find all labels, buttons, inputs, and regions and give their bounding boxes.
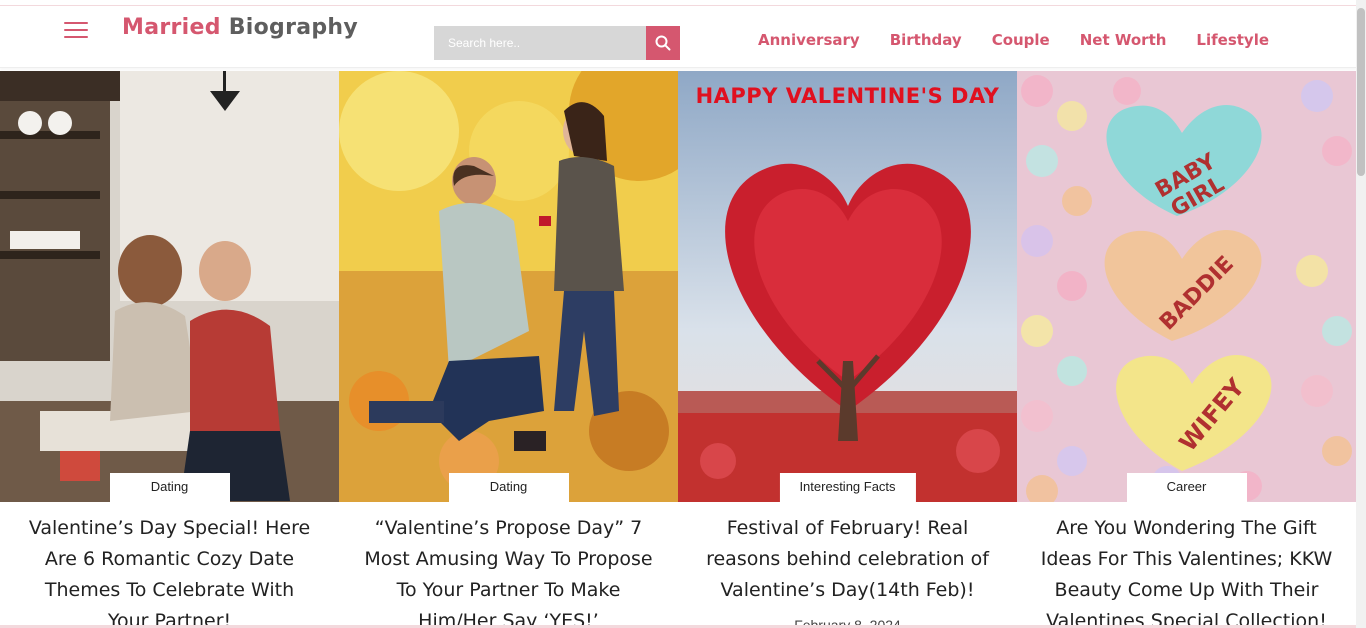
post-title[interactable]: Are You Wondering The Gift Ideas For Thi… bbox=[1039, 513, 1334, 628]
menu-icon[interactable] bbox=[64, 22, 88, 40]
post-title[interactable]: Valentine’s Day Special! Here Are 6 Roma… bbox=[22, 513, 317, 628]
post-card[interactable]: HAPPY VALENTINE'S DAY Interesting Facts … bbox=[678, 71, 1017, 628]
nav-lifestyle[interactable]: Lifestyle bbox=[1196, 31, 1269, 49]
category-badge[interactable]: Dating bbox=[448, 473, 569, 503]
post-title[interactable]: “Valentine’s Propose Day” 7 Most Amusing… bbox=[361, 513, 656, 628]
site-header: Married Biography Anniversary Birthday C… bbox=[0, 6, 1356, 68]
search-icon bbox=[655, 35, 671, 51]
nav-net-worth[interactable]: Net Worth bbox=[1080, 31, 1167, 49]
proposal-in-autumn-park-photo[interactable] bbox=[339, 71, 678, 502]
page-scrollbar[interactable] bbox=[1356, 0, 1366, 628]
category-badge[interactable]: Interesting Facts bbox=[779, 473, 916, 503]
post-title[interactable]: Festival of February! Real reasons behin… bbox=[700, 513, 995, 606]
image-overlay-text: HAPPY VALENTINE'S DAY bbox=[695, 84, 1000, 108]
couple-kissing-in-kitchen-photo[interactable] bbox=[0, 71, 339, 502]
red-heart-tree-photo[interactable]: HAPPY VALENTINE'S DAY bbox=[678, 71, 1017, 502]
post-card[interactable]: BABY GIRL BADDIE WIFEY Career Are You Wo… bbox=[1017, 71, 1356, 628]
nav-couple[interactable]: Couple bbox=[992, 31, 1050, 49]
logo-biography: Biography bbox=[228, 15, 359, 40]
nav-anniversary[interactable]: Anniversary bbox=[758, 31, 860, 49]
search-input[interactable] bbox=[434, 26, 646, 60]
category-badge[interactable]: Career bbox=[1126, 473, 1247, 503]
search-button[interactable] bbox=[646, 26, 680, 60]
featured-posts-grid: Dating Valentine’s Day Special! Here Are… bbox=[0, 71, 1356, 628]
site-logo[interactable]: Married Biography bbox=[122, 15, 358, 40]
main-nav: Anniversary Birthday Couple Net Worth Li… bbox=[758, 31, 1269, 49]
logo-married: Married bbox=[122, 15, 221, 40]
nav-birthday[interactable]: Birthday bbox=[890, 31, 962, 49]
category-badge[interactable]: Dating bbox=[109, 473, 230, 503]
scrollbar-thumb[interactable] bbox=[1357, 8, 1365, 176]
candy-hearts-photo[interactable]: BABY GIRL BADDIE WIFEY bbox=[1017, 71, 1356, 502]
post-card[interactable]: Dating Valentine’s Day Special! Here Are… bbox=[0, 71, 339, 628]
search-form bbox=[434, 26, 680, 60]
post-card[interactable]: Dating “Valentine’s Propose Day” 7 Most … bbox=[339, 71, 678, 628]
